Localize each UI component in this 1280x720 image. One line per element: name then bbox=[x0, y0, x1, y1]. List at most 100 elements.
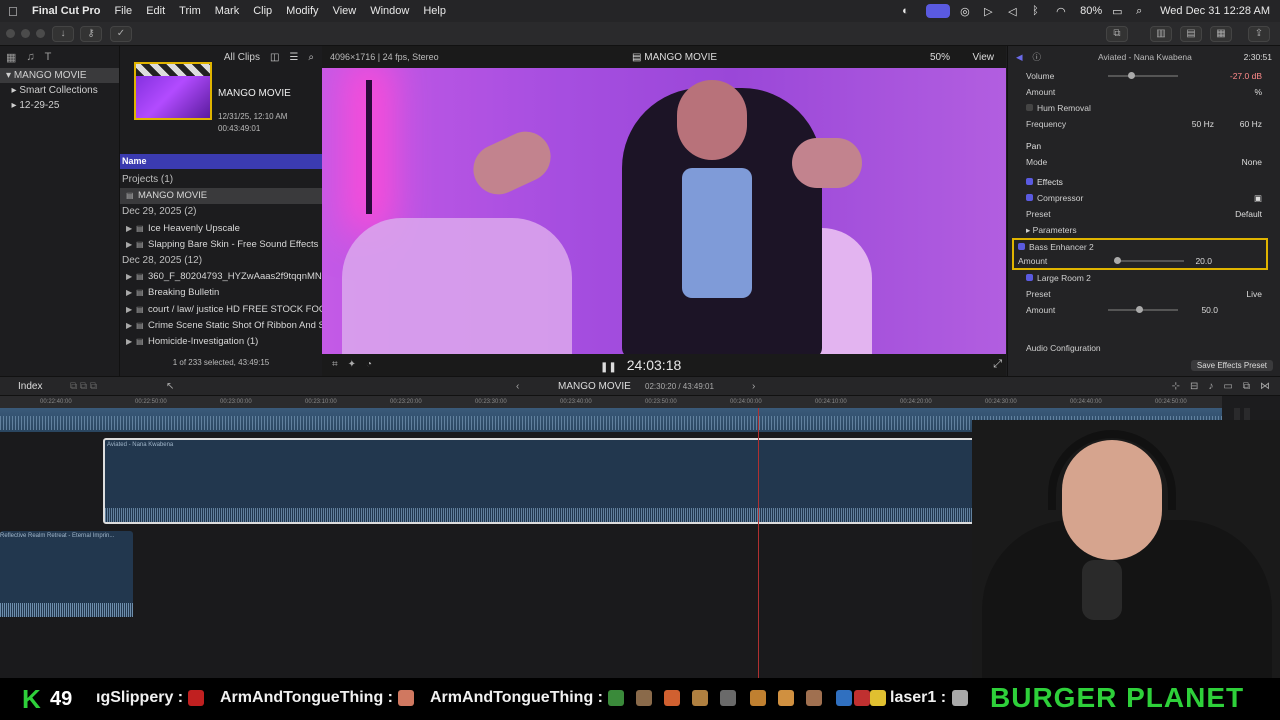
pause-button[interactable]: ❚❚ bbox=[600, 362, 617, 373]
speed-icon[interactable]: ◔ bbox=[366, 359, 372, 370]
clip-appearance-icon[interactable]: ◫ bbox=[270, 52, 279, 63]
list-item[interactable]: ▤ MANGO MOVIE bbox=[120, 188, 322, 205]
info-icon[interactable]: ⓘ bbox=[1033, 51, 1042, 63]
effects-section[interactable]: Effects bbox=[1008, 174, 1280, 190]
menu-file[interactable]: File bbox=[114, 5, 132, 17]
disclosure-icon[interactable]: ▶ bbox=[126, 285, 136, 301]
project-thumbnail[interactable] bbox=[134, 62, 212, 120]
zoom-dropdown[interactable]: 50% bbox=[930, 52, 950, 63]
timeline-ruler[interactable]: 00:22:40:00 00:22:50:00 00:23:00:00 00:2… bbox=[0, 396, 1222, 408]
compressor-checkbox[interactable] bbox=[1026, 194, 1033, 201]
list-item[interactable]: ▶ ▤ court / law/ justice HD FREE STOCK FOO… bbox=[120, 302, 322, 318]
share-dropdown-icon[interactable]: ⧉ bbox=[1106, 26, 1128, 42]
disclosure-icon[interactable]: ▶ bbox=[126, 302, 136, 318]
volume-value[interactable]: -27.0 dB bbox=[1230, 68, 1262, 84]
disclosure-icon[interactable]: ▶ bbox=[126, 269, 136, 285]
layout-inspector-icon[interactable]: ▦ bbox=[1210, 26, 1232, 42]
freq-50-radio[interactable]: 50 Hz bbox=[1192, 116, 1214, 132]
forward-arrow-icon[interactable]: › bbox=[752, 381, 755, 392]
edit-tools-icon[interactable]: ⧉ ⧉ ⧉ bbox=[70, 381, 97, 392]
list-item[interactable]: ▶ ▤ Ice Heavenly Upscale bbox=[120, 221, 322, 237]
layout-timeline-icon[interactable]: ▤ bbox=[1180, 26, 1202, 42]
libraries-icon[interactable]: ▦ bbox=[6, 51, 16, 64]
save-effects-preset-button[interactable]: Save Effects Preset bbox=[1190, 360, 1273, 371]
bass-enhancer-checkbox[interactable] bbox=[1018, 243, 1025, 250]
share-icon[interactable]: ⇪ bbox=[1248, 26, 1270, 42]
library-item-event[interactable]: ▸ 12-29-25 bbox=[0, 98, 119, 113]
bass-amount-slider[interactable] bbox=[1114, 257, 1184, 264]
timecode-display[interactable]: ❚❚ 24:03:18 bbox=[600, 357, 681, 373]
audio-skimming-icon[interactable]: ⊹ bbox=[1172, 381, 1180, 392]
pan-section[interactable]: Pan bbox=[1008, 138, 1280, 154]
list-item[interactable]: ▶ ▤ Slapping Bare Skin - Free Sound Effect… bbox=[120, 237, 322, 253]
menu-clip[interactable]: Clip bbox=[253, 5, 272, 17]
minimize-window-button[interactable] bbox=[21, 29, 30, 38]
disclosure-icon[interactable]: ▶ bbox=[126, 221, 136, 237]
effects-checkbox[interactable] bbox=[1026, 178, 1033, 185]
menu-window[interactable]: Window bbox=[370, 5, 409, 17]
layout-browser-icon[interactable]: ▥ bbox=[1150, 26, 1172, 42]
large-room-amount-value[interactable]: 50.0 bbox=[1201, 302, 1218, 318]
effect-controls-icon[interactable]: ▣ bbox=[1254, 190, 1262, 206]
zoom-window-button[interactable] bbox=[36, 29, 45, 38]
disclosure-icon[interactable]: ▶ bbox=[126, 237, 136, 253]
view-dropdown[interactable]: View bbox=[973, 52, 995, 63]
list-group[interactable]: Dec 29, 2025 (2) bbox=[120, 204, 322, 220]
battery-icon[interactable]: ▭ bbox=[1112, 5, 1126, 18]
compressor-preset-dropdown[interactable]: Default bbox=[1235, 206, 1262, 222]
disclosure-icon[interactable]: ▶ bbox=[126, 334, 136, 350]
audio-inspector-icon[interactable]: ◀ bbox=[1016, 52, 1023, 63]
search-icon[interactable]: ⌕ bbox=[1136, 5, 1150, 17]
large-room-preset-dropdown[interactable]: Live bbox=[1246, 286, 1262, 302]
solo-icon[interactable]: ♪ bbox=[1208, 381, 1213, 392]
list-item[interactable]: ▶ ▤ Crime Scene Static Shot Of Ribbon And … bbox=[120, 318, 322, 334]
volume-slider[interactable] bbox=[1108, 72, 1178, 79]
disclosure-icon[interactable]: ▶ bbox=[126, 318, 136, 334]
timeline-project-name[interactable]: MANGO MOVIE bbox=[558, 381, 631, 392]
bluetooth-icon[interactable]: ᛒ bbox=[1032, 5, 1046, 17]
menu-edit[interactable]: Edit bbox=[146, 5, 165, 17]
library-item-smart-collections[interactable]: ▸ Smart Collections bbox=[0, 83, 119, 98]
transitions-icon[interactable]: ⋈ bbox=[1260, 381, 1270, 392]
background-tasks-icon[interactable]: ✓ bbox=[110, 26, 132, 42]
enhance-icon[interactable]: ✦ bbox=[348, 359, 356, 370]
back-arrow-icon[interactable]: ‹ bbox=[516, 381, 519, 392]
menu-trim[interactable]: Trim bbox=[179, 5, 201, 17]
control-center-icon[interactable]: ◐ bbox=[902, 5, 916, 17]
library-item-mango-movie[interactable]: ▾ MANGO MOVIE bbox=[0, 68, 119, 83]
play-icon[interactable]: ▷ bbox=[984, 5, 998, 18]
photos-audio-icon[interactable]: ♫ bbox=[26, 51, 34, 63]
menu-view[interactable]: View bbox=[333, 5, 357, 17]
snapping-icon[interactable]: ⊟ bbox=[1190, 381, 1198, 392]
audio-configuration[interactable]: Audio Configuration bbox=[1008, 340, 1280, 356]
volume-icon[interactable]: ◁ bbox=[1008, 5, 1022, 18]
large-room-amount-slider[interactable] bbox=[1108, 306, 1178, 313]
clip-appearance-icon[interactable]: ▭ bbox=[1223, 381, 1232, 392]
playhead[interactable] bbox=[758, 408, 759, 678]
list-group[interactable]: Dec 28, 2025 (12) bbox=[120, 253, 322, 269]
menu-help[interactable]: Help bbox=[423, 5, 446, 17]
pan-mode-dropdown[interactable]: None bbox=[1242, 154, 1262, 170]
volume-knob[interactable] bbox=[1128, 72, 1135, 79]
search-icon[interactable]: ⌕ bbox=[308, 52, 314, 63]
menu-mark[interactable]: Mark bbox=[215, 5, 239, 17]
name-column-header[interactable]: Name bbox=[120, 154, 322, 169]
wifi-icon[interactable]: ◠ bbox=[1056, 5, 1070, 18]
list-item[interactable]: ▶ ▤ 360_F_80204793_HYZwAaas2f9tqqnMNpl bbox=[120, 269, 322, 285]
clip-filter-dropdown[interactable]: All Clips bbox=[224, 52, 260, 63]
select-tool-icon[interactable]: ↖ bbox=[166, 381, 174, 392]
freq-60-radio[interactable]: 60 Hz bbox=[1240, 116, 1262, 132]
list-view-icon[interactable]: ☰ bbox=[289, 52, 298, 63]
parameters-row[interactable]: ▸ Parameters bbox=[1008, 222, 1280, 238]
menu-app-name[interactable]: Final Cut Pro bbox=[32, 5, 100, 17]
transform-icon[interactable]: ⌗ bbox=[332, 359, 338, 370]
close-window-button[interactable] bbox=[6, 29, 15, 38]
globe-icon[interactable]: ◎ bbox=[960, 5, 974, 18]
video-frame[interactable] bbox=[322, 68, 1006, 354]
fullscreen-icon[interactable]: ⤢ bbox=[993, 358, 1002, 371]
effects-browser-icon[interactable]: ⧉ bbox=[1243, 381, 1250, 392]
bass-amount-value[interactable]: 20.0 bbox=[1195, 254, 1212, 268]
menu-modify[interactable]: Modify bbox=[286, 5, 318, 17]
index-button[interactable]: Index bbox=[18, 381, 42, 392]
list-item[interactable]: ▶ ▤ Homicide-Investigation (1) bbox=[120, 334, 322, 350]
